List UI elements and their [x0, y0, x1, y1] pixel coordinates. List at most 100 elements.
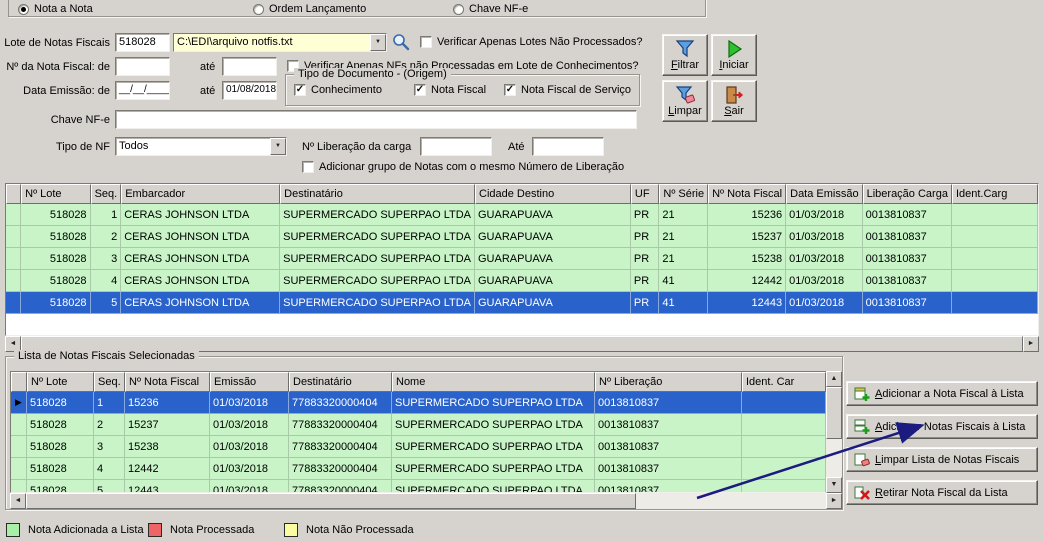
column-header[interactable]: Nº Nota Fiscal: [125, 372, 210, 392]
data-ate-input[interactable]: 01/08/2018: [222, 81, 277, 100]
checkbox-lotes-nao-processados[interactable]: Verificar Apenas Lotes Não Processados?: [420, 36, 642, 48]
grid-cell[interactable]: 01/03/2018: [786, 226, 862, 248]
adicionar-nota-button[interactable]: Adicionar a Nota Fiscal à Lista: [846, 381, 1038, 406]
grid-cell[interactable]: CERAS JOHNSON LTDA: [121, 204, 280, 226]
grid-cell[interactable]: 0013810837: [595, 458, 742, 480]
grid-cell[interactable]: 2: [94, 414, 125, 436]
lote-input[interactable]: 518028: [115, 33, 170, 52]
column-header[interactable]: Emissão: [210, 372, 289, 392]
column-header[interactable]: Seq.: [94, 372, 125, 392]
column-header[interactable]: Destinatário: [289, 372, 392, 392]
grid-cell[interactable]: 12442: [708, 270, 786, 292]
grid-cell[interactable]: 5: [94, 480, 125, 493]
search-icon[interactable]: [391, 32, 411, 52]
grid-cell[interactable]: [742, 458, 826, 480]
chevron-down-icon[interactable]: ▼: [370, 34, 386, 51]
scroll-down-icon[interactable]: ▼: [826, 477, 842, 493]
grid-cell[interactable]: 0013810837: [863, 226, 952, 248]
grid-cell[interactable]: GUARAPUAVA: [475, 248, 631, 270]
grid-cell[interactable]: [742, 414, 826, 436]
column-header[interactable]: UF: [631, 184, 659, 204]
grid-cell[interactable]: 01/03/2018: [210, 458, 289, 480]
table-row[interactable]: 5180283CERAS JOHNSON LTDASUPERMERCADO SU…: [6, 248, 1038, 270]
grid-cell[interactable]: [952, 248, 1038, 270]
grid-cell[interactable]: SUPERMERCADO SUPERPAO LTDA: [392, 480, 595, 493]
scroll-up-icon[interactable]: ▲: [826, 371, 842, 387]
grid-cell[interactable]: 5: [91, 292, 122, 314]
table-row[interactable]: 51802831523801/03/201877883320000404SUPE…: [11, 436, 826, 458]
grid-cell[interactable]: 518028: [21, 248, 90, 270]
grid-cell[interactable]: 77883320000404: [289, 458, 392, 480]
radio-ordem-lancamento[interactable]: Ordem Lançamento: [253, 3, 366, 15]
grid-cell[interactable]: PR: [631, 270, 659, 292]
grid-cell[interactable]: 518028: [27, 436, 94, 458]
table-row[interactable]: 51802851244301/03/201877883320000404SUPE…: [11, 480, 826, 493]
retirar-nota-button[interactable]: Retirar Nota Fiscal da Lista: [846, 480, 1038, 505]
grid-cell[interactable]: SUPERMERCADO SUPERPAO LTDA: [392, 392, 595, 414]
grid-cell[interactable]: 518028: [21, 270, 90, 292]
grid-cell[interactable]: 01/03/2018: [210, 392, 289, 414]
grid-cell[interactable]: 15236: [125, 392, 210, 414]
grid-cell[interactable]: 12443: [125, 480, 210, 493]
grid-cell[interactable]: [952, 292, 1038, 314]
grid-cell[interactable]: GUARAPUAVA: [475, 204, 631, 226]
grid-cell[interactable]: 0013810837: [595, 480, 742, 493]
grid-cell[interactable]: 01/03/2018: [786, 292, 862, 314]
column-header[interactable]: Ident.Carg: [952, 184, 1038, 204]
grid-cell[interactable]: 3: [91, 248, 122, 270]
table-row[interactable]: ▶51802811523601/03/201877883320000404SUP…: [11, 392, 826, 414]
grid-cell[interactable]: GUARAPUAVA: [475, 270, 631, 292]
radio-chave-nfe[interactable]: Chave NF-e: [453, 3, 528, 15]
column-header[interactable]: Nº Nota Fiscal: [708, 184, 786, 204]
grid-cell[interactable]: 518028: [27, 392, 94, 414]
grid-cell[interactable]: 01/03/2018: [210, 436, 289, 458]
grid-cell[interactable]: 518028: [21, 292, 90, 314]
grid-cell[interactable]: 4: [91, 270, 122, 292]
checkbox-nota-fiscal-servico[interactable]: ✓ Nota Fiscal de Serviço: [504, 84, 631, 96]
grid-cell[interactable]: 77883320000404: [289, 392, 392, 414]
grid-cell[interactable]: 0013810837: [595, 436, 742, 458]
grid-cell[interactable]: 12443: [708, 292, 786, 314]
data-de-input[interactable]: __/__/____: [115, 81, 170, 100]
liberacao-de-input[interactable]: [420, 137, 492, 156]
column-header[interactable]: Ident. Car: [742, 372, 826, 392]
grid-cell[interactable]: SUPERMERCADO SUPERPAO LTDA: [392, 436, 595, 458]
scrollbar-thumb[interactable]: [26, 493, 636, 509]
column-header[interactable]: Data Emissão: [786, 184, 862, 204]
grid-cell[interactable]: [742, 436, 826, 458]
grid-cell[interactable]: [952, 226, 1038, 248]
column-header[interactable]: Nome: [392, 372, 595, 392]
liberacao-ate-input[interactable]: [532, 137, 604, 156]
grid-cell[interactable]: 0013810837: [863, 248, 952, 270]
column-header[interactable]: Destinatário: [280, 184, 475, 204]
grid-cell[interactable]: SUPERMERCADO SUPERPAO LTDA: [280, 292, 475, 314]
column-header[interactable]: Nº Liberação: [595, 372, 742, 392]
grid-cell[interactable]: 21: [659, 248, 708, 270]
grid-cell[interactable]: 518028: [27, 458, 94, 480]
sair-button[interactable]: Sair: [711, 80, 757, 122]
grid-cell[interactable]: 3: [94, 436, 125, 458]
tipo-nf-combobox[interactable]: Todos ▼: [115, 137, 287, 156]
grid-cell[interactable]: GUARAPUAVA: [475, 226, 631, 248]
grid-cell[interactable]: 77883320000404: [289, 414, 392, 436]
grid-cell[interactable]: 15236: [708, 204, 786, 226]
grid-cell[interactable]: SUPERMERCADO SUPERPAO LTDA: [280, 204, 475, 226]
grid-cell[interactable]: 1: [94, 392, 125, 414]
radio-nota-a-nota[interactable]: Nota a Nota: [18, 3, 93, 15]
nf-ate-input[interactable]: [222, 57, 277, 76]
grid-cell[interactable]: 0013810837: [863, 270, 952, 292]
column-header[interactable]: Embarcador: [121, 184, 280, 204]
grid-cell[interactable]: 1: [91, 204, 122, 226]
table-row[interactable]: 5180285CERAS JOHNSON LTDASUPERMERCADO SU…: [6, 292, 1038, 314]
column-header[interactable]: Cidade Destino: [475, 184, 631, 204]
grid-cell[interactable]: 21: [659, 204, 708, 226]
grid-cell[interactable]: 518028: [27, 414, 94, 436]
grid-cell[interactable]: SUPERMERCADO SUPERPAO LTDA: [280, 248, 475, 270]
lista-hscrollbar[interactable]: ◄ ►: [10, 493, 842, 509]
grid-cell[interactable]: PR: [631, 204, 659, 226]
limpar-lista-button[interactable]: Limpar Lista de Notas Fiscais: [846, 447, 1038, 472]
grid-cell[interactable]: CERAS JOHNSON LTDA: [121, 226, 280, 248]
column-header[interactable]: Nº Lote: [27, 372, 94, 392]
grid-cell[interactable]: GUARAPUAVA: [475, 292, 631, 314]
column-header[interactable]: Nº Série: [659, 184, 708, 204]
